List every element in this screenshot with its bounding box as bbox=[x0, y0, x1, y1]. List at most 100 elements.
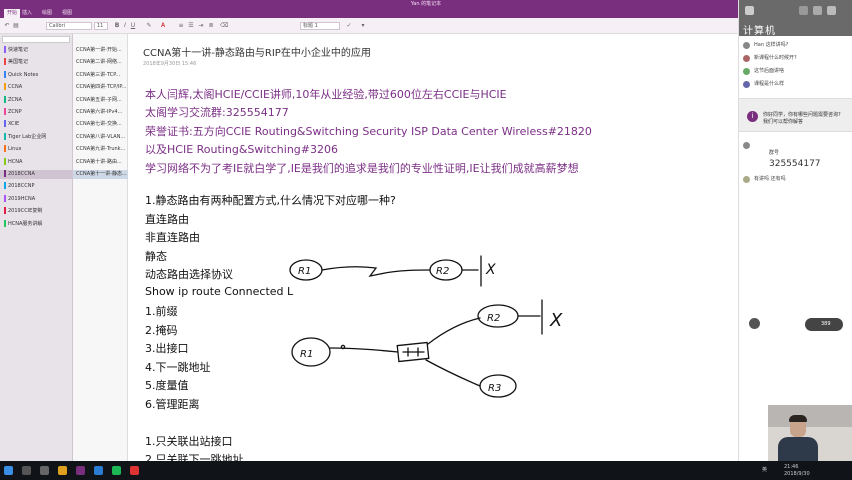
webcam-background bbox=[768, 405, 852, 427]
sidebar-item-notebook[interactable]: CCNA bbox=[0, 83, 73, 92]
sidebar-item-label: CCNA bbox=[8, 84, 23, 91]
font-size-select[interactable]: 11 bbox=[94, 22, 108, 30]
status-badge[interactable]: 389 bbox=[805, 318, 843, 331]
avatar[interactable] bbox=[745, 6, 754, 15]
sidebar-item-notebook[interactable]: 2018CCNA bbox=[0, 170, 73, 179]
sidebar-item-notebook[interactable]: 快速笔记 bbox=[0, 46, 73, 55]
font-color-icon[interactable]: A bbox=[160, 23, 166, 29]
numbering-icon[interactable]: ☰ bbox=[188, 23, 194, 29]
sidebar-item-notebook[interactable]: Quick Notes bbox=[0, 70, 73, 80]
page-list-item[interactable]: CCNA第二讲-网络... bbox=[73, 58, 128, 67]
clock-date[interactable]: 2018/9/30 bbox=[784, 471, 810, 477]
bold-icon[interactable]: B bbox=[114, 23, 120, 29]
page-list-item[interactable]: CCNA第五讲-子网... bbox=[73, 96, 128, 105]
undo-icon[interactable]: ↶ bbox=[4, 23, 10, 29]
bullets-icon[interactable]: ≡ bbox=[178, 23, 184, 29]
page-list-item[interactable]: CCNA第九讲-Trunk... bbox=[73, 145, 128, 154]
tab-draw[interactable]: 绘图 bbox=[42, 9, 52, 18]
tab-home[interactable]: 开始 bbox=[4, 9, 21, 18]
taskbar: 英 21:46 2018/9/30 bbox=[0, 461, 852, 480]
sidebar-item-notebook[interactable]: 美国笔记 bbox=[0, 58, 73, 67]
intro-line[interactable]: 太阁学习交流群:325554177 bbox=[145, 104, 289, 120]
clipboard-icon[interactable]: ▤ bbox=[13, 23, 19, 29]
explorer-icon[interactable] bbox=[58, 466, 67, 475]
input-language[interactable]: 英 bbox=[762, 467, 767, 473]
info-icon: i bbox=[747, 111, 758, 122]
onenote-icon[interactable] bbox=[76, 466, 85, 475]
notebook-search[interactable] bbox=[2, 36, 70, 43]
intro-line[interactable]: 本人闫辉,太阁HCIE/CCIE讲师,10年从业经验,带过600位左右CCIE与… bbox=[145, 86, 507, 102]
page-list-item[interactable]: CCNA第十一讲-静态... bbox=[73, 170, 128, 179]
page-list-item[interactable]: CCNA第八讲-VLAN... bbox=[73, 133, 128, 142]
notebook-color-swatch bbox=[4, 70, 6, 78]
avatar[interactable] bbox=[799, 6, 808, 15]
emoji-icon[interactable] bbox=[749, 318, 760, 329]
note-body-line[interactable]: 2.只关联下一跳地址 bbox=[145, 451, 244, 461]
sidebar-item-notebook[interactable]: ZCNA bbox=[0, 95, 73, 105]
note-body-line[interactable]: Show ip route Connected L bbox=[145, 285, 293, 298]
tab-view[interactable]: 视图 bbox=[62, 9, 72, 18]
page-title[interactable]: CCNA第十一讲-静态路由与RIP在中小企业中的应用 bbox=[143, 44, 371, 59]
start-icon[interactable] bbox=[4, 466, 13, 475]
sidebar-item-notebook[interactable]: 2019HCNA bbox=[0, 194, 73, 204]
avatar bbox=[743, 81, 750, 88]
page-list-item[interactable]: CCNA第七讲-交换... bbox=[73, 120, 128, 129]
font-select[interactable]: Calibri bbox=[46, 22, 92, 30]
clock-time[interactable]: 21:46 bbox=[784, 464, 798, 470]
notebook-color-swatch bbox=[4, 120, 6, 128]
avatar[interactable] bbox=[827, 6, 836, 15]
sidebar-item-notebook[interactable]: 2018CCNP bbox=[0, 182, 73, 191]
chat-message: Han 这样讲吗? bbox=[754, 42, 789, 48]
note-body-line[interactable]: 直连路由 bbox=[145, 211, 189, 227]
sidebar-item-notebook[interactable]: HCNA服务讲解 bbox=[0, 219, 73, 229]
note-body-line[interactable]: 6.管理距离 bbox=[145, 396, 200, 412]
style-select[interactable]: 标题 1 bbox=[300, 22, 340, 30]
align-icon[interactable]: ≣ bbox=[208, 23, 214, 29]
note-body-line[interactable]: 1.静态路由有两种配置方式,什么情况下对应哪一种? bbox=[145, 192, 396, 208]
highlight-icon[interactable]: ✎ bbox=[146, 23, 152, 29]
notification-banner[interactable]: i 你好同学，你有哪些问题需要咨询? 我们可以帮你解答 bbox=[739, 98, 852, 132]
intro-line[interactable]: 荣誉证书:五方向CCIE Routing&Switching Security … bbox=[145, 123, 592, 139]
note-canvas[interactable]: CCNA第十一讲-静态路由与RIP在中小企业中的应用 2018年9月30日 15… bbox=[128, 34, 738, 461]
taskview-icon[interactable] bbox=[40, 466, 49, 475]
intro-line[interactable]: 以及HCIE Routing&Switching#3206 bbox=[145, 141, 338, 157]
app-icon[interactable] bbox=[130, 466, 139, 475]
sidebar-item-notebook[interactable]: Tiger Lab企业网 bbox=[0, 132, 73, 142]
sketch-label: X bbox=[485, 262, 496, 278]
italic-icon[interactable]: I bbox=[122, 23, 128, 29]
note-body-line[interactable]: 4.下一跳地址 bbox=[145, 359, 211, 375]
note-body-line[interactable]: 1.只关联出站接口 bbox=[145, 433, 233, 449]
page-list-item[interactable]: CCNA第三讲-TCP... bbox=[73, 71, 128, 80]
tag-icon[interactable]: ✓ bbox=[346, 23, 352, 29]
note-body-line[interactable]: 非直连路由 bbox=[145, 229, 200, 245]
intro-line[interactable]: 学习网络不为了考IE就白学了,IE是我们的追求是我们的专业性证明,IE让我们成就… bbox=[145, 160, 579, 176]
sidebar-item-notebook[interactable]: ZCNP bbox=[0, 108, 73, 117]
sidebar-item-notebook[interactable]: XCIE bbox=[0, 120, 73, 129]
eraser-icon[interactable]: ⌫ bbox=[220, 23, 228, 29]
note-body-line[interactable]: 2.掩码 bbox=[145, 322, 178, 338]
page-list-item[interactable]: CCNA第一讲-开始... bbox=[73, 46, 128, 55]
sidebar-item-notebook[interactable]: Linux bbox=[0, 145, 73, 154]
presenter-body bbox=[778, 437, 818, 461]
note-body-line[interactable]: 3.出接口 bbox=[145, 340, 189, 356]
sidebar-item-notebook[interactable]: 2019CCIE复制 bbox=[0, 207, 73, 216]
note-body-line[interactable]: 静态 bbox=[145, 248, 167, 264]
browser-icon[interactable] bbox=[94, 466, 103, 475]
chat-message: 课程是什么样 bbox=[754, 81, 785, 87]
wechat-icon[interactable] bbox=[112, 466, 121, 475]
chat-message: 新课程什么时候开? bbox=[754, 55, 797, 61]
page-list-item[interactable]: CCNA第六讲-IPv4... bbox=[73, 108, 128, 117]
search-icon[interactable] bbox=[22, 466, 31, 475]
page-list-item[interactable]: CCNA第四讲-TCP/IP... bbox=[73, 83, 128, 92]
note-body-line[interactable]: 5.度量值 bbox=[145, 377, 189, 393]
indent-icon[interactable]: ⇥ bbox=[198, 23, 204, 29]
sidebar-item-label: HCNA bbox=[8, 158, 23, 165]
page-list-item[interactable]: CCNA第十讲-路由... bbox=[73, 158, 128, 167]
tab-insert[interactable]: 插入 bbox=[22, 9, 32, 18]
avatar[interactable] bbox=[813, 6, 822, 15]
note-body-line[interactable]: 1.前缀 bbox=[145, 303, 178, 319]
underline-icon[interactable]: U bbox=[130, 23, 136, 29]
sidebar-item-notebook[interactable]: HCNA bbox=[0, 157, 73, 167]
dropdown-icon[interactable]: ▾ bbox=[360, 23, 366, 29]
note-body-line[interactable]: 动态路由选择协议 bbox=[145, 266, 233, 282]
